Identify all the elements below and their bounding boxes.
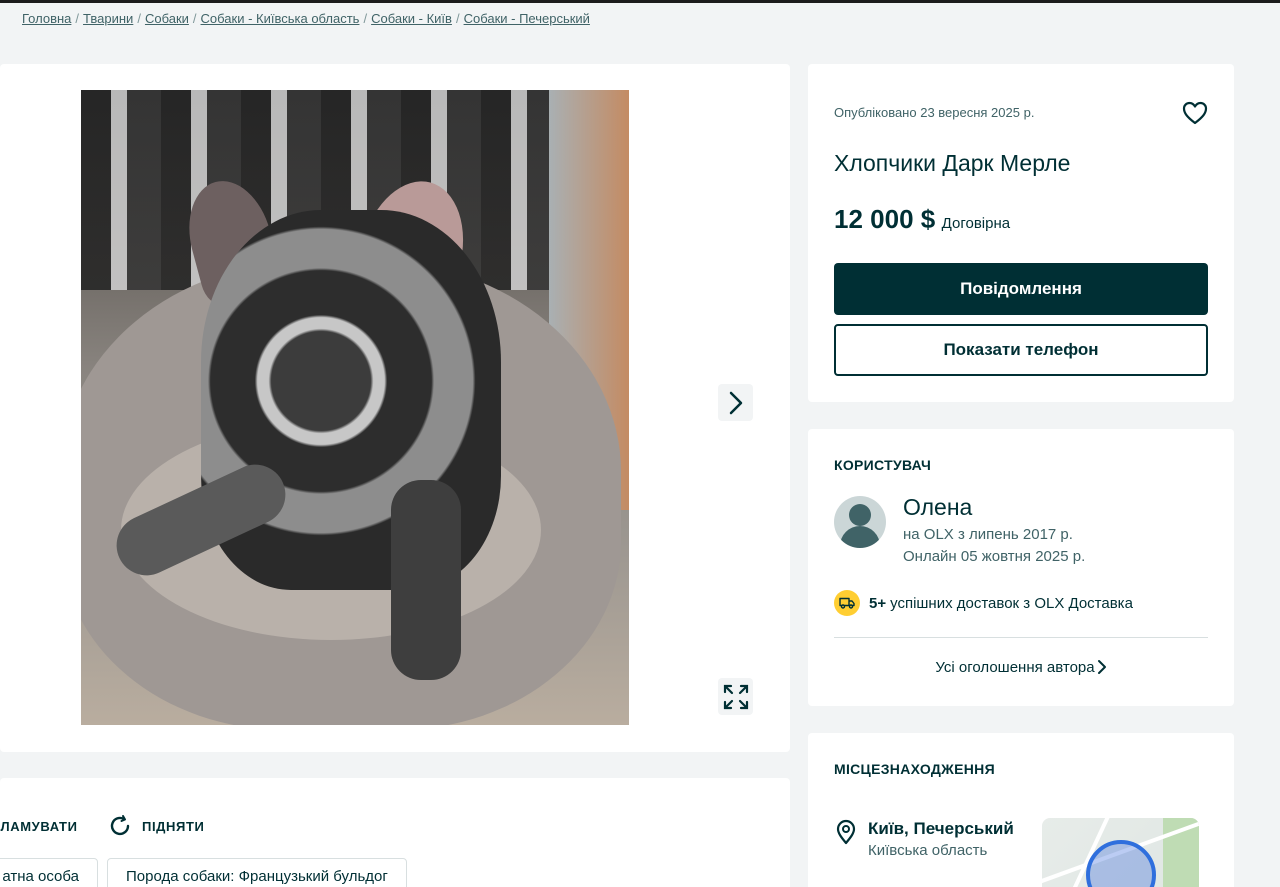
listing-photo[interactable] xyxy=(81,90,629,725)
breadcrumb-item-dogs-pechersk[interactable]: Собаки - Печерський xyxy=(464,11,590,26)
all-ads-label: Усі оголошення автора xyxy=(935,659,1095,676)
expand-icon xyxy=(723,684,748,709)
next-photo-button[interactable] xyxy=(718,384,753,421)
chevron-right-icon xyxy=(1097,660,1106,674)
listing-info-card: Опубліковано 23 вересня 2025 р. Хлопчики… xyxy=(808,64,1234,402)
photo-gallery xyxy=(0,64,790,752)
listing-actions-card: КЛАМУВАТИ ПІДНЯТИ атна особа Порода соба… xyxy=(0,778,790,887)
location-text: Київ, Печерський Київська область xyxy=(868,819,1014,859)
seller-heading: КОРИСТУВАЧ xyxy=(834,457,932,473)
divider xyxy=(834,637,1208,638)
photo-dog xyxy=(391,480,461,680)
breadcrumb-separator: / xyxy=(455,11,460,26)
delivery-text: успішних доставок з OLX Доставка xyxy=(890,594,1133,612)
listing-title: Хлопчики Дарк Мерле xyxy=(834,150,1071,176)
price-block: 12 000 $ Договірна xyxy=(834,204,1010,235)
breadcrumb-item-animals[interactable]: Тварини xyxy=(83,11,133,26)
fullscreen-button[interactable] xyxy=(718,678,753,715)
price-negotiable: Договірна xyxy=(941,215,1011,232)
avatar-head xyxy=(849,504,871,526)
truck-icon xyxy=(834,590,860,616)
map-area-marker xyxy=(1086,840,1156,887)
breadcrumb-separator: / xyxy=(137,11,141,26)
seller-card: КОРИСТУВАЧ Олена на OLX з липень 2017 р.… xyxy=(808,429,1234,706)
favorite-button[interactable] xyxy=(1180,98,1210,128)
price-amount: 12 000 $ xyxy=(834,204,936,234)
breadcrumb-separator: / xyxy=(192,11,197,26)
top-bar xyxy=(0,0,1280,3)
tag-dog-breed[interactable]: Порода собаки: Французький бульдог xyxy=(107,858,407,887)
breadcrumb-item-dogs-kyiv[interactable]: Собаки - Київ xyxy=(371,11,452,26)
location-city: Київ, Печерський xyxy=(868,819,1014,838)
location-card: МІСЦЕЗНАХОДЖЕННЯ Київ, Печерський Київсь… xyxy=(808,733,1234,887)
breadcrumb-item-dogs-kyiv-region[interactable]: Собаки - Київська область xyxy=(201,11,360,26)
avatar[interactable] xyxy=(834,496,886,548)
location-map[interactable] xyxy=(1042,818,1199,887)
delivery-stats: 5+ успішних доставок з OLX Доставка xyxy=(834,590,1133,616)
chevron-right-icon xyxy=(729,391,742,414)
seller-since: на OLX з липень 2017 р. xyxy=(903,526,1073,543)
message-button[interactable]: Повідомлення xyxy=(834,263,1208,315)
breadcrumb-item-home[interactable]: Головна xyxy=(22,11,71,26)
refresh-icon xyxy=(110,815,130,836)
breadcrumb-separator: / xyxy=(75,11,80,26)
seller-last-online: Онлайн 05 жовтня 2025 р. xyxy=(903,548,1086,565)
avatar-body xyxy=(840,526,880,548)
delivery-count: 5+ xyxy=(869,594,887,612)
raise-label: ПІДНЯТИ xyxy=(142,818,205,834)
location-pin-icon xyxy=(836,819,856,845)
breadcrumb: Головна / Тварини / Собаки / Собаки - Київська… xyxy=(22,11,590,26)
location-heading: МІСЦЕЗНАХОДЖЕННЯ xyxy=(834,761,995,777)
breadcrumb-separator: / xyxy=(363,11,368,26)
published-date: Опубліковано 23 вересня 2025 р. xyxy=(834,105,1035,120)
heart-icon xyxy=(1182,101,1208,125)
seller-name[interactable]: Олена xyxy=(903,494,972,521)
location-region: Київська область xyxy=(868,842,988,859)
breadcrumb-item-dogs[interactable]: Собаки xyxy=(145,11,189,26)
tag-seller-type[interactable]: атна особа xyxy=(0,858,98,887)
promote-button[interactable]: КЛАМУВАТИ xyxy=(0,819,78,834)
location-row: Київ, Печерський Київська область xyxy=(834,819,1014,859)
show-phone-button[interactable]: Показати телефон xyxy=(834,324,1208,376)
all-seller-ads-link[interactable]: Усі оголошення автора xyxy=(808,659,1234,676)
raise-button[interactable]: ПІДНЯТИ xyxy=(108,814,204,838)
